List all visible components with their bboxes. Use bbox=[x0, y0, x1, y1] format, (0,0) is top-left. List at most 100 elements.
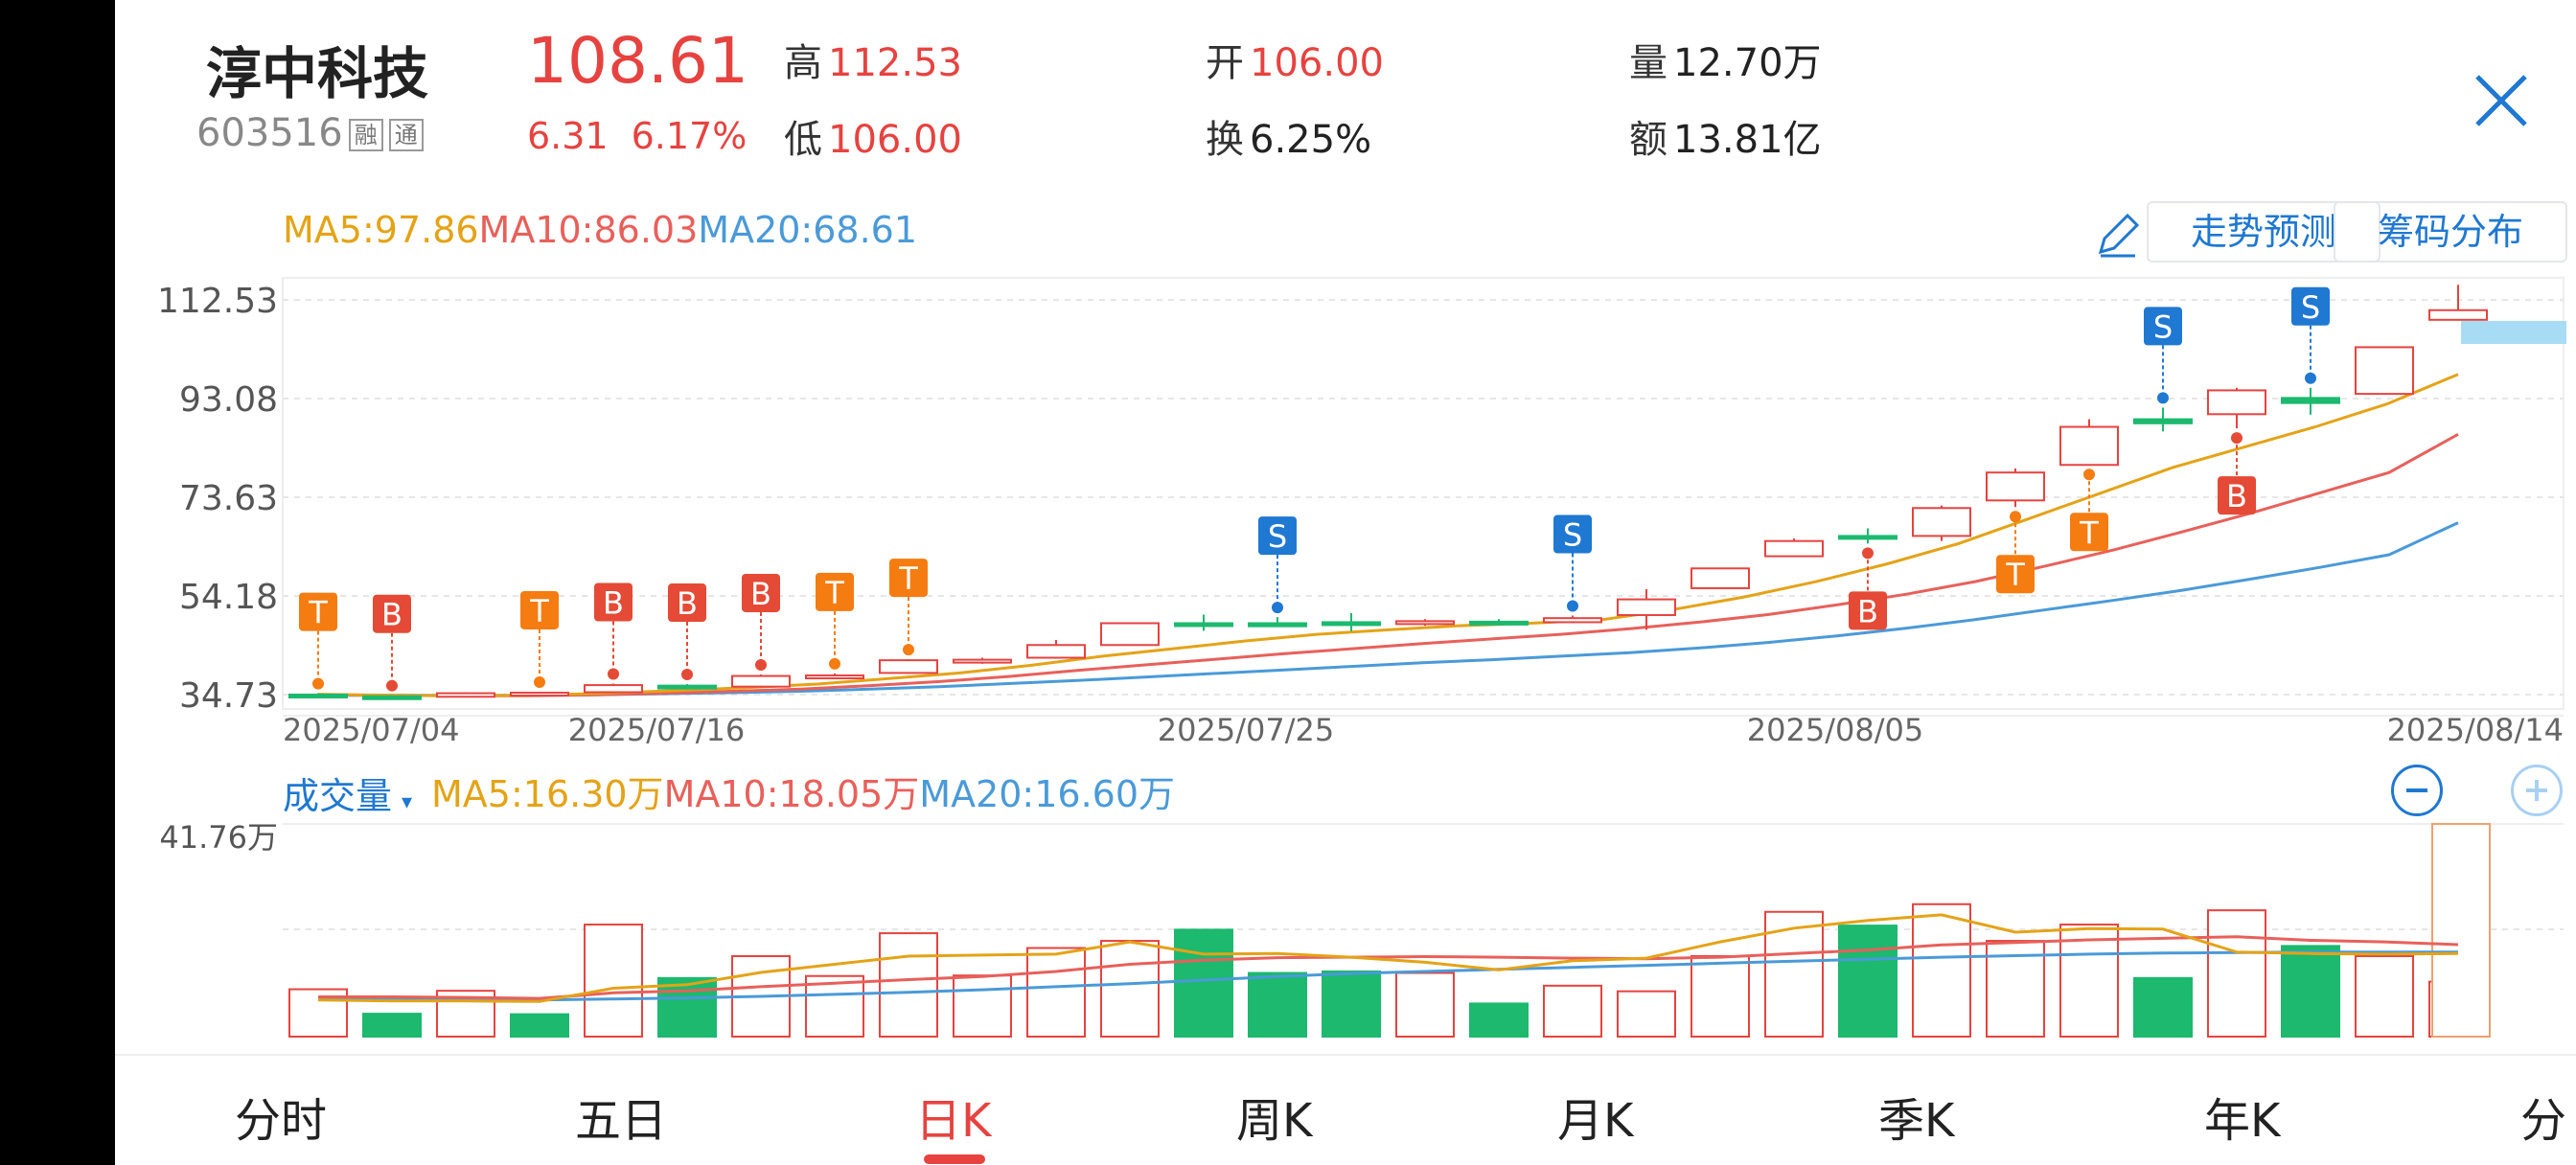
volume-bar[interactable] bbox=[1322, 970, 1381, 1038]
volume-bar[interactable] bbox=[1838, 925, 1898, 1038]
minus-icon[interactable] bbox=[2394, 767, 2440, 813]
volume-value: 12.70万 bbox=[1673, 41, 1822, 85]
ma20-line bbox=[318, 521, 2459, 697]
stock-code-text: 603516 bbox=[196, 111, 343, 155]
candlestick-chart[interactable]: 112.53 93.08 73.63 54.18 34.732025/07/04 2025… bbox=[115, 273, 2576, 762]
candle[interactable] bbox=[1617, 598, 1676, 617]
candle[interactable] bbox=[362, 695, 422, 700]
volume-chart[interactable]: 41.76万 bbox=[115, 814, 2576, 1044]
volume-label: 量 bbox=[1629, 41, 1668, 85]
vol-ma20-label: MA20:16.60万 bbox=[919, 773, 1176, 815]
volume-bar[interactable] bbox=[1100, 940, 1160, 1038]
volume-bar[interactable] bbox=[1469, 1002, 1529, 1038]
price-change: 6.31 6.17% bbox=[527, 115, 747, 157]
marker-dot bbox=[2157, 392, 2169, 404]
candle[interactable] bbox=[657, 684, 717, 690]
volume-bar[interactable] bbox=[879, 932, 938, 1038]
candle[interactable] bbox=[1690, 567, 1750, 589]
volume-bar[interactable] bbox=[1026, 947, 1086, 1038]
volume-bar[interactable] bbox=[953, 974, 1012, 1038]
tab-period[interactable]: 分 bbox=[2520, 1083, 2566, 1150]
candle[interactable] bbox=[805, 674, 864, 680]
candle[interactable] bbox=[2059, 425, 2119, 467]
volume-bar[interactable] bbox=[1912, 902, 1971, 1038]
chip-distribution-button[interactable]: 筹码分布 bbox=[2334, 201, 2567, 263]
volume-bar[interactable] bbox=[510, 1013, 569, 1038]
volume-bar[interactable] bbox=[2281, 945, 2340, 1038]
marker-dot bbox=[534, 675, 545, 688]
ma20-label: MA20:68.61 bbox=[698, 209, 918, 251]
candle[interactable] bbox=[2428, 308, 2488, 321]
candle[interactable] bbox=[436, 692, 495, 698]
candle[interactable] bbox=[1764, 539, 1824, 558]
volume-bar[interactable] bbox=[2431, 823, 2491, 1038]
candle[interactable] bbox=[1838, 535, 1898, 540]
x-tick-label: 2025/08/14 bbox=[2387, 712, 2564, 748]
close-icon[interactable] bbox=[2468, 67, 2535, 134]
marker-label: S bbox=[1563, 517, 1582, 554]
close-button[interactable] bbox=[2468, 67, 2535, 134]
tab-period[interactable]: 五日 bbox=[575, 1083, 667, 1150]
candle[interactable] bbox=[953, 658, 1012, 664]
tab-period[interactable]: 分时 bbox=[235, 1083, 327, 1150]
candle[interactable] bbox=[1174, 622, 1233, 628]
marker-dot bbox=[386, 679, 398, 692]
candle[interactable] bbox=[1912, 507, 1971, 537]
pencil-icon[interactable] bbox=[2089, 206, 2147, 263]
volume-bar[interactable] bbox=[2355, 955, 2414, 1039]
candle[interactable] bbox=[2355, 346, 2414, 396]
volume-bar[interactable] bbox=[1690, 955, 1750, 1039]
candle[interactable] bbox=[1322, 621, 1381, 627]
volume-bar[interactable] bbox=[1248, 971, 1307, 1038]
candle[interactable] bbox=[2207, 389, 2266, 416]
high-label: 高 bbox=[784, 41, 822, 85]
volume-bar[interactable] bbox=[584, 924, 643, 1038]
volume-bar[interactable] bbox=[1617, 990, 1676, 1038]
candle[interactable] bbox=[1469, 620, 1529, 626]
x-tick-label: 2025/08/05 bbox=[1747, 712, 1923, 748]
marker-label: T bbox=[529, 593, 549, 629]
candle[interactable] bbox=[1100, 622, 1160, 647]
change-percent: 6.17% bbox=[631, 115, 748, 157]
volume-indicator-selector[interactable]: 成交量 ▾ bbox=[283, 766, 412, 819]
candle[interactable] bbox=[731, 674, 791, 688]
candle[interactable] bbox=[1986, 471, 2045, 502]
draw-tool-button[interactable] bbox=[2089, 206, 2147, 263]
plus-icon[interactable] bbox=[2514, 767, 2560, 813]
marker-dot bbox=[2010, 511, 2021, 523]
volume-bar[interactable] bbox=[362, 1013, 422, 1039]
marker-label: B bbox=[2226, 478, 2247, 514]
volume-title[interactable]: 成交量 bbox=[283, 775, 392, 817]
volume-bar[interactable] bbox=[2133, 976, 2193, 1038]
candle[interactable] bbox=[2281, 397, 2340, 404]
candle[interactable] bbox=[1248, 622, 1307, 628]
tab-period[interactable]: 周K bbox=[1236, 1083, 1312, 1150]
high-field: 高 112.53 bbox=[784, 32, 962, 87]
tab-period[interactable]: 季K bbox=[1878, 1083, 1954, 1150]
margin-badge: 融 bbox=[348, 119, 383, 151]
candle[interactable] bbox=[879, 659, 938, 674]
candle[interactable] bbox=[1543, 617, 1602, 624]
volume-bar[interactable] bbox=[1395, 971, 1455, 1038]
ma10-line bbox=[317, 432, 2459, 697]
volume-bar[interactable] bbox=[1543, 984, 1602, 1038]
candle[interactable] bbox=[584, 684, 643, 694]
stock-code: 603516 融通 bbox=[196, 111, 424, 155]
volume-bar[interactable] bbox=[2207, 909, 2266, 1038]
chevron-down-icon[interactable]: ▾ bbox=[402, 790, 412, 814]
marker-dot bbox=[2305, 372, 2316, 384]
marker-label: T bbox=[2005, 557, 2025, 593]
candle[interactable] bbox=[1395, 620, 1455, 626]
tab-period[interactable]: 月K bbox=[1557, 1083, 1633, 1150]
candle[interactable] bbox=[510, 692, 569, 697]
low-value: 106.00 bbox=[828, 118, 962, 162]
volume-bar[interactable] bbox=[1174, 928, 1233, 1038]
candle[interactable] bbox=[288, 694, 348, 698]
zoom-in-button[interactable] bbox=[2511, 765, 2563, 816]
candle[interactable] bbox=[1026, 644, 1086, 659]
zoom-out-button[interactable] bbox=[2391, 765, 2443, 816]
candle[interactable] bbox=[2133, 418, 2193, 424]
tab-period[interactable]: 日K bbox=[915, 1083, 991, 1150]
y-tick-label: 73.63 bbox=[179, 479, 278, 518]
tab-period[interactable]: 年K bbox=[2204, 1083, 2280, 1150]
